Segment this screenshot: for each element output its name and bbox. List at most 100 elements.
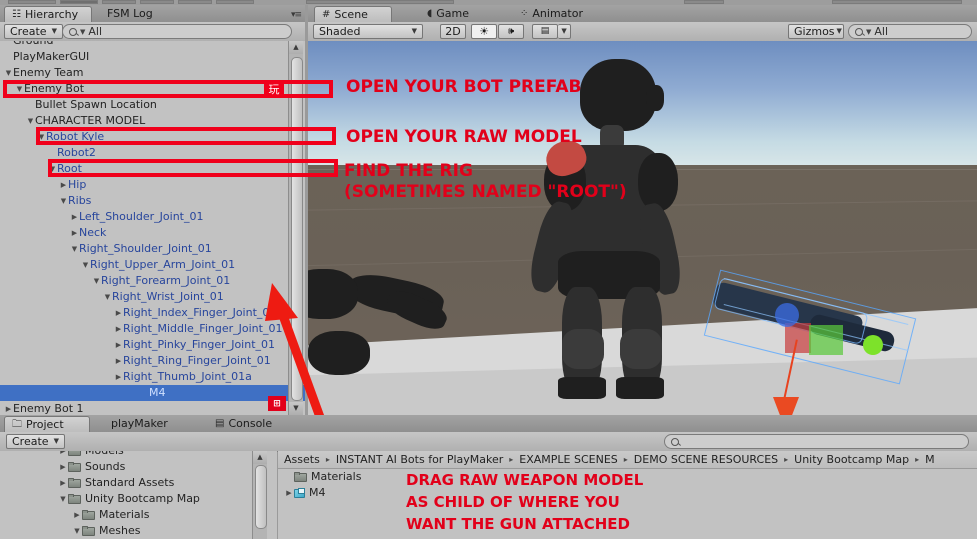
hierarchy-item[interactable]: ▶ Hip <box>0 177 305 193</box>
search-icon <box>671 437 679 446</box>
gizmo-handle-y[interactable] <box>809 325 843 355</box>
project-tree-item[interactable]: ▶ Sounds <box>0 459 277 475</box>
project-tree-item[interactable]: ▼ Unity Bootcamp Map <box>0 491 277 507</box>
breadcrumb-item[interactable]: INSTANT AI Bots for PlayMaker <box>336 453 503 466</box>
search-icon <box>855 27 863 36</box>
tab-label: Animator <box>532 7 583 20</box>
hierarchy-item[interactable]: ▼ Ribs <box>0 193 305 209</box>
breadcrumb-item[interactable]: Unity Bootcamp Map <box>794 453 909 466</box>
hierarchy-item[interactable]: ▼ Right_Upper_Arm_Joint_01 <box>0 257 305 273</box>
folder-icon <box>82 510 95 520</box>
audio-toggle-button[interactable]: 🕪 <box>498 24 524 39</box>
twisty-collapsed-icon[interactable]: ▶ <box>114 369 123 385</box>
tab-fsm-log[interactable]: FSM Log <box>100 6 163 22</box>
hierarchy-item[interactable]: ▼ Right_Shoulder_Joint_01 <box>0 241 305 257</box>
twisty-collapsed-icon[interactable]: ▶ <box>70 225 79 241</box>
twisty-expanded-icon[interactable]: ▼ <box>58 491 68 507</box>
twisty-expanded-icon[interactable]: ▼ <box>92 273 101 289</box>
twisty-expanded-icon[interactable]: ▼ <box>81 257 90 273</box>
twisty-collapsed-icon[interactable]: ▶ <box>58 459 68 475</box>
hierarchy-item[interactable]: ▶ Left_Shoulder_Joint_01 <box>0 209 305 225</box>
project-tree-scrollbar[interactable]: ▲ <box>252 451 267 539</box>
project-tree-item[interactable]: ▼ Meshes <box>0 523 277 539</box>
draw-mode-label: Shaded <box>319 25 361 38</box>
twisty-collapsed-icon[interactable]: ▶ <box>59 177 68 193</box>
hierarchy-item[interactable]: ▶ Enemy Bot 1 <box>0 401 305 415</box>
gizmos-search-input[interactable]: ▼ All <box>848 24 972 39</box>
panel-options-icon[interactable]: ▾≡ <box>291 10 302 20</box>
breadcrumb-item[interactable]: DEMO SCENE RESOURCES <box>634 453 778 466</box>
project-tree-item[interactable]: ▶ Materials <box>0 507 277 523</box>
twisty-expanded-icon[interactable]: ▼ <box>103 289 112 305</box>
twisty-collapsed-icon[interactable]: ▶ <box>114 353 123 369</box>
project-search-input[interactable] <box>664 434 969 449</box>
gizmo-handle-z[interactable] <box>775 303 799 327</box>
twisty-expanded-icon[interactable]: ▼ <box>26 113 35 129</box>
hierarchy-item[interactable]: PlayMakerGUI <box>0 49 305 65</box>
breadcrumb-item[interactable]: EXAMPLE SCENES <box>519 453 617 466</box>
twisty-collapsed-icon[interactable]: ▶ <box>114 337 123 353</box>
breadcrumb[interactable]: Assets ▸ INSTANT AI Bots for PlayMaker ▸ EXA… <box>278 451 977 469</box>
twisty-expanded-icon[interactable]: ▼ <box>70 241 79 257</box>
breadcrumb-item[interactable]: M <box>925 453 935 466</box>
hierarchy-item-label: Hip <box>68 178 87 191</box>
draw-mode-dropdown[interactable]: Shaded ▼ <box>313 24 423 39</box>
hierarchy-item[interactable]: ▶ Neck <box>0 225 305 241</box>
tab-scene[interactable]: # Scene <box>314 6 392 22</box>
hierarchy-item[interactable]: ▶ Right_Ring_Finger_Joint_01 <box>0 353 305 369</box>
twisty-expanded-icon[interactable]: ▼ <box>72 523 82 539</box>
scene-viewport[interactable]: OPEN YOUR BOT PREFAB OPEN YOUR RAW MODEL… <box>308 41 977 415</box>
hierarchy-search-input[interactable]: ▼ All <box>62 24 292 39</box>
project-create-button[interactable]: Create ▼ <box>6 434 65 449</box>
twisty-collapsed-icon[interactable]: ▶ <box>114 305 123 321</box>
gizmo-axis-end-y[interactable] <box>863 335 883 355</box>
chrome-chip <box>102 0 136 4</box>
hierarchy-item[interactable]: ▶ Right_Middle_Finger_Joint_01 <box>0 321 305 337</box>
hierarchy-item[interactable]: ▼ Right_Forearm_Joint_01 <box>0 273 305 289</box>
hierarchy-item[interactable]: ▶ Right_Index_Finger_Joint_01 <box>0 305 305 321</box>
fx-toggle-button[interactable]: ▤ <box>532 24 558 39</box>
twisty-collapsed-icon[interactable]: ▶ <box>58 475 68 491</box>
twisty-collapsed-icon[interactable]: ▶ <box>72 507 82 523</box>
lighting-toggle-button[interactable]: ☀ <box>471 24 497 39</box>
scroll-down-arrow-icon[interactable]: ▼ <box>289 402 303 415</box>
tab-console[interactable]: ▤ Console <box>208 416 282 432</box>
hierarchy-item[interactable]: M4 <box>0 385 305 401</box>
create-button[interactable]: Create ▼ <box>4 24 63 39</box>
annotation-box-root <box>48 159 338 177</box>
tab-game[interactable]: ◖ Game <box>420 6 479 22</box>
project-contents[interactable]: Assets ▸ INSTANT AI Bots for PlayMaker ▸ EXA… <box>278 451 977 539</box>
hierarchy-item[interactable]: Ground <box>0 41 305 49</box>
tab-playmaker[interactable]: playMaker <box>104 416 178 432</box>
hierarchy-item[interactable]: ▼ Enemy Team <box>0 65 305 81</box>
scrollbar-thumb[interactable] <box>291 57 303 401</box>
twisty-collapsed-icon[interactable]: ▶ <box>4 401 13 415</box>
scrollbar-thumb[interactable] <box>255 465 267 529</box>
toggle-2d-button[interactable]: 2D <box>440 24 466 39</box>
twisty-expanded-icon[interactable]: ▼ <box>4 65 13 81</box>
twisty-collapsed-icon[interactable]: ▶ <box>284 485 294 501</box>
twisty-collapsed-icon[interactable]: ▶ <box>114 321 123 337</box>
breadcrumb-item[interactable]: Assets <box>284 453 320 466</box>
tab-animator[interactable]: ⁘ Animator <box>513 6 593 22</box>
twisty-collapsed-icon[interactable]: ▶ <box>58 451 68 459</box>
project-tree-item[interactable]: ▶ Standard Assets <box>0 475 277 491</box>
chevron-down-icon: ▼ <box>866 27 872 36</box>
hierarchy-item[interactable]: Bullet Spawn Location <box>0 97 305 113</box>
scroll-up-arrow-icon[interactable]: ▲ <box>289 41 303 54</box>
twisty-collapsed-icon[interactable]: ▶ <box>70 209 79 225</box>
project-folder-tree[interactable]: ▶ Models ▶ Sounds ▶ Standard Assets ▼ Unity Boo… <box>0 451 277 539</box>
hierarchy-item[interactable]: ▶ Right_Pinky_Finger_Joint_01 <box>0 337 305 353</box>
hierarchy-item-label: PlayMakerGUI <box>13 50 90 63</box>
scroll-up-arrow-icon[interactable]: ▲ <box>253 451 267 464</box>
gizmos-dropdown[interactable]: Gizmos ▼ <box>788 24 844 39</box>
tab-hierarchy[interactable]: ☷ Hierarchy <box>4 6 92 22</box>
hierarchy-item[interactable]: ▶ Right_Thumb_Joint_01a <box>0 369 305 385</box>
hierarchy-item[interactable]: ▼ Right_Wrist_Joint_01 <box>0 289 305 305</box>
twisty-expanded-icon[interactable]: ▼ <box>59 193 68 209</box>
gizmo-handle-x[interactable] <box>785 323 811 353</box>
tab-project[interactable]: 🗀 Project <box>4 416 90 432</box>
project-tree-item[interactable]: ▶ Models <box>0 451 277 459</box>
fx-dropdown-button[interactable]: ▼ <box>558 24 571 39</box>
selected-weapon-gizmo[interactable] <box>703 269 917 415</box>
